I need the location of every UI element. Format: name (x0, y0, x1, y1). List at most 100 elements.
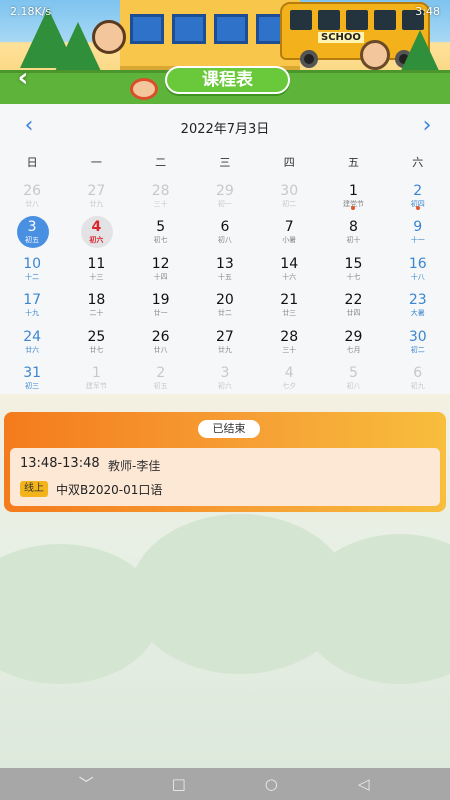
calendar-day[interactable]: 25 廿七 (64, 326, 128, 362)
lunar-date: 十二 (25, 272, 40, 281)
calendar: ‹ 2022年7月3日 › 日一二三四五六 26 廿八 27 廿九 28 三十 29 初一 30… (0, 104, 450, 394)
day-number: 3 (220, 364, 230, 381)
calendar-day[interactable]: 3 初六 (193, 362, 257, 398)
lunar-date: 十九 (25, 309, 40, 318)
recents-button[interactable]: □ (168, 773, 190, 795)
lunar-date: 初六 (217, 381, 232, 390)
calendar-day[interactable]: 29 七月 (321, 326, 385, 362)
day-number: 26 (23, 183, 42, 199)
calendar-day[interactable]: 30 初二 (386, 326, 450, 362)
calendar-day[interactable]: 6 初八 (193, 216, 257, 252)
calendar-day[interactable]: 20 廿二 (193, 289, 257, 325)
calendar-day[interactable]: 23 大暑 (386, 289, 450, 325)
hide-keyboard-button[interactable]: ﹀ (75, 773, 97, 795)
system-back-button[interactable]: ◁ (353, 773, 375, 795)
calendar-day[interactable]: 8 初十 (321, 216, 385, 252)
calendar-day[interactable]: 16 十八 (386, 253, 450, 289)
calendar-day[interactable]: 17 十九 (0, 289, 64, 325)
calendar-day[interactable]: 22 廿四 (321, 289, 385, 325)
calendar-day[interactable]: 27 廿九 (193, 326, 257, 362)
lunar-date: 十三 (89, 272, 104, 281)
header-banner: SCHOO 2.18K/s 3:48 ‹ 课程表 (0, 0, 450, 104)
lunar-date: 初六 (89, 236, 104, 245)
lunar-date: 廿九 (217, 345, 232, 354)
calendar-day[interactable]: 4 初六 (64, 216, 128, 252)
calendar-date-title: 2022年7月3日 (180, 122, 270, 137)
home-button[interactable]: ○ (260, 773, 282, 795)
lunar-date: 廿六 (25, 345, 40, 354)
calendar-day[interactable]: 13 十五 (193, 253, 257, 289)
calendar-day[interactable]: 21 廿三 (257, 289, 321, 325)
calendar-day[interactable]: 19 廿一 (129, 289, 193, 325)
calendar-day[interactable]: 9 十一 (386, 216, 450, 252)
calendar-day[interactable]: 6 初九 (386, 362, 450, 398)
lunar-date: 初五 (153, 381, 168, 390)
lunar-date: 初一 (217, 200, 232, 208)
day-number: 8 (349, 219, 358, 236)
calendar-day[interactable]: 11 十三 (64, 253, 128, 289)
lunar-date: 三十 (282, 345, 297, 354)
calendar-day[interactable]: 18 二十 (64, 289, 128, 325)
calendar-day[interactable]: 3 初五 (0, 216, 64, 252)
lunar-date: 十五 (217, 272, 232, 281)
course-name: 中双B2020-01口语 (56, 483, 163, 497)
day-number: 1 (349, 183, 358, 199)
lunar-date: 初九 (410, 381, 425, 390)
day-number: 17 (23, 292, 42, 309)
day-number: 5 (156, 219, 166, 236)
status-bar: 2.18K/s 3:48 (0, 0, 450, 22)
lunar-date: 廿九 (89, 200, 104, 208)
network-speed: 2.18K/s (10, 4, 52, 18)
lunar-date: 廿四 (346, 309, 361, 318)
calendar-day[interactable]: 28 三十 (129, 180, 193, 216)
calendar-day[interactable]: 12 十四 (129, 253, 193, 289)
calendar-day[interactable]: 31 初三 (0, 362, 64, 398)
lunar-date: 二十 (89, 309, 104, 318)
day-number: 12 (151, 255, 170, 272)
calendar-day[interactable]: 24 廿六 (0, 326, 64, 362)
calendar-day[interactable]: 5 初八 (321, 362, 385, 398)
chevron-right-icon: › (422, 113, 432, 138)
calendar-day[interactable]: 26 廿八 (0, 180, 64, 216)
calendar-day[interactable]: 28 三十 (257, 326, 321, 362)
calendar-day[interactable]: 14 十六 (257, 253, 321, 289)
course-time: 13:48-13:48 (20, 456, 100, 471)
next-month-button[interactable]: › (414, 114, 440, 140)
day-number: 11 (87, 255, 106, 272)
calendar-nav: ‹ 2022年7月3日 › (0, 104, 450, 148)
lunar-date: 初二 (410, 345, 425, 354)
day-number: 1 (91, 364, 101, 381)
calendar-day[interactable]: 4 七夕 (257, 362, 321, 398)
day-number: 2 (413, 183, 423, 199)
calendar-day[interactable]: 26 廿八 (129, 326, 193, 362)
lunar-date: 七月 (346, 345, 361, 354)
lunar-date: 廿二 (217, 309, 232, 318)
course-card[interactable]: 13:48-13:48 教师-李佳 线上 中双B2020-01口语 (10, 448, 440, 506)
calendar-day[interactable]: 30 初二 (257, 180, 321, 216)
chevron-left-icon: ‹ (17, 63, 29, 93)
calendar-day[interactable]: 15 十七 (321, 253, 385, 289)
calendar-day[interactable]: 2 初四 (386, 180, 450, 216)
lunar-date: 十一 (410, 236, 425, 245)
weekday-label: 五 (347, 156, 359, 169)
system-nav-bar: ﹀ □ ○ ◁ (0, 768, 450, 800)
day-number: 25 (87, 328, 106, 345)
back-button[interactable]: ‹ (8, 64, 38, 94)
calendar-day[interactable]: 29 初一 (193, 180, 257, 216)
calendar-day[interactable]: 27 廿九 (64, 180, 128, 216)
lunar-date: 建军节 (85, 381, 107, 390)
calendar-day[interactable]: 1 建军节 (64, 362, 128, 398)
lunar-date: 初三 (25, 381, 40, 390)
lunar-date: 十六 (282, 272, 297, 281)
calendar-day[interactable]: 5 初七 (129, 216, 193, 252)
triangle-back-icon: ◁ (357, 775, 370, 793)
calendar-day[interactable]: 2 初五 (129, 362, 193, 398)
day-number: 4 (91, 219, 102, 236)
lunar-date: 初八 (346, 381, 361, 390)
day-number: 30 (408, 328, 427, 345)
calendar-day[interactable]: 7 小暑 (257, 216, 321, 252)
lunar-date: 廿三 (282, 309, 297, 318)
calendar-day[interactable]: 1 建党节 (321, 180, 385, 216)
square-icon: □ (171, 775, 186, 793)
calendar-day[interactable]: 10 十二 (0, 253, 64, 289)
